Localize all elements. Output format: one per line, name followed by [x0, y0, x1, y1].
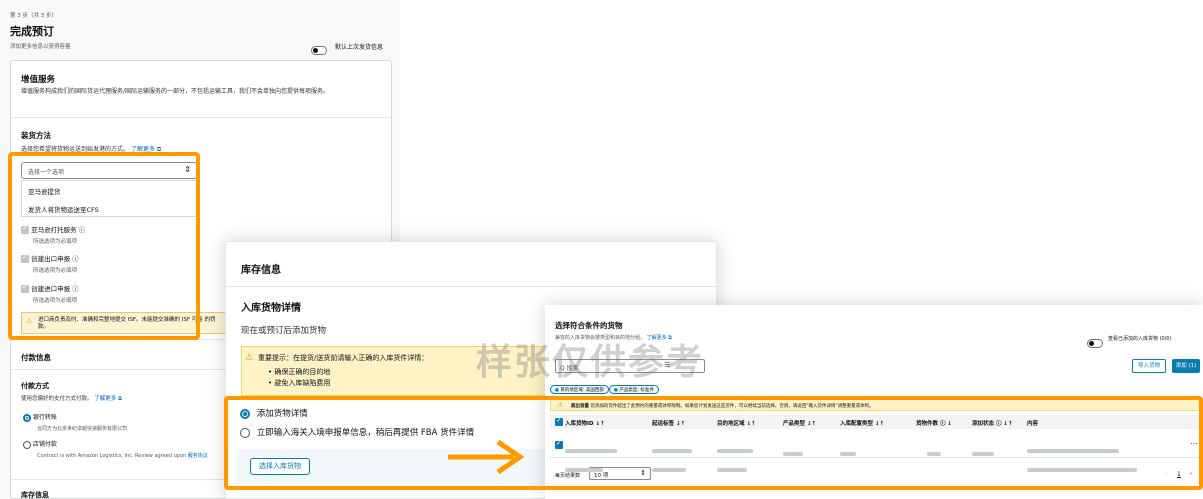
agreement-link[interactable]: 服务协议	[188, 453, 208, 459]
inbound-details-subtitle: 现在或预订后添加货物	[241, 326, 327, 336]
store-payment-sub: Contract is with Amazon Logistics, Inc. …	[37, 452, 208, 459]
default-shipment-label: 默认上次发货信息	[335, 44, 384, 51]
inventory-header: 库存信息	[241, 265, 281, 276]
bank-transfer-radio[interactable]	[23, 413, 31, 422]
payment-section-title: 付款信息	[21, 353, 51, 362]
payment-method-desc: 使用您偏好的支付方式付款。 了解更多 ⧉	[21, 394, 122, 403]
view-added-label: 查看已添加的入库货物 (0/0)	[1108, 336, 1172, 342]
bank-transfer-label: 银行转账	[32, 414, 57, 421]
divider	[11, 117, 391, 118]
view-added-toggle[interactable]	[1087, 333, 1103, 352]
payment-store[interactable]: 店铺付款	[23, 439, 57, 449]
inbound-details-title: 入库货物详情	[241, 303, 301, 314]
default-shipment-toggle[interactable]	[311, 40, 327, 59]
payment-learn-more-link[interactable]: 了解更多	[94, 396, 116, 402]
value-added-desc: 增值服务构成我们的国际货运代理服务/国际运输服务的一部分，不包括运输工具，我们不…	[21, 88, 330, 95]
step-label: 第 3 步（共 3 步）	[10, 13, 57, 19]
notice-title: 重要提示：在提货/送货前请输入正确的入库货件详情：	[258, 354, 429, 362]
chip-dot-icon: ●	[614, 388, 618, 393]
warning-icon: ⚠	[245, 353, 254, 363]
notice-item-2: • 避免入库缺陷费用	[268, 379, 331, 387]
notice-item-1-text: 确保正确的目的地	[274, 368, 331, 376]
value-added-title: 增值服务	[21, 75, 56, 85]
page-subtitle: 添加更多信息以获得容量	[10, 44, 71, 50]
payment-method-desc-text: 使用您偏好的支付方式付款。	[21, 396, 93, 402]
page-title: 完成预订	[10, 25, 54, 38]
add-button[interactable]: 添加 (1)	[1172, 359, 1200, 373]
loading-method-title: 装货方法	[21, 131, 51, 140]
external-link-icon: ⧉	[118, 396, 122, 402]
divider	[226, 286, 716, 287]
notice-item-1: • 确保正确的目的地	[268, 368, 331, 376]
chip-dot-icon: ●	[555, 388, 559, 393]
highlight-add-details	[224, 396, 1203, 490]
notice-item-2-text: 避免入库缺陷费用	[274, 379, 331, 387]
payment-method-title: 付款方式	[21, 382, 49, 390]
filter-chip-destination[interactable]: ● 目的地区域: 美国西部	[550, 385, 609, 394]
watermark-text: 样张仅供参考	[476, 342, 705, 383]
filter-chip-destination-label: 目的地区域: 美国西部	[560, 388, 604, 393]
inventory-footer-title: 库存信息	[21, 491, 49, 499]
filter-chip-product-type[interactable]: ● 产品类型: 标准件	[609, 385, 659, 394]
payment-bank-transfer[interactable]: 银行转账	[23, 412, 57, 422]
highlight-loading-section	[8, 152, 200, 340]
import-shipments-button[interactable]: 导入货物	[1132, 359, 1166, 373]
arrow-right-icon	[448, 439, 525, 475]
store-payment-sub-text: Contract is with Amazon Logistics, Inc. …	[37, 453, 187, 459]
filter-chip-product-type-label: 产品类型: 标准件	[619, 388, 654, 393]
store-payment-label: 店铺付款	[32, 441, 57, 448]
eligible-title: 选择符合条件的货物	[555, 321, 623, 330]
bank-transfer-sub: 合同方为北京世纪卓越快递服务有限公司	[37, 426, 128, 432]
store-payment-radio[interactable]	[23, 440, 31, 449]
